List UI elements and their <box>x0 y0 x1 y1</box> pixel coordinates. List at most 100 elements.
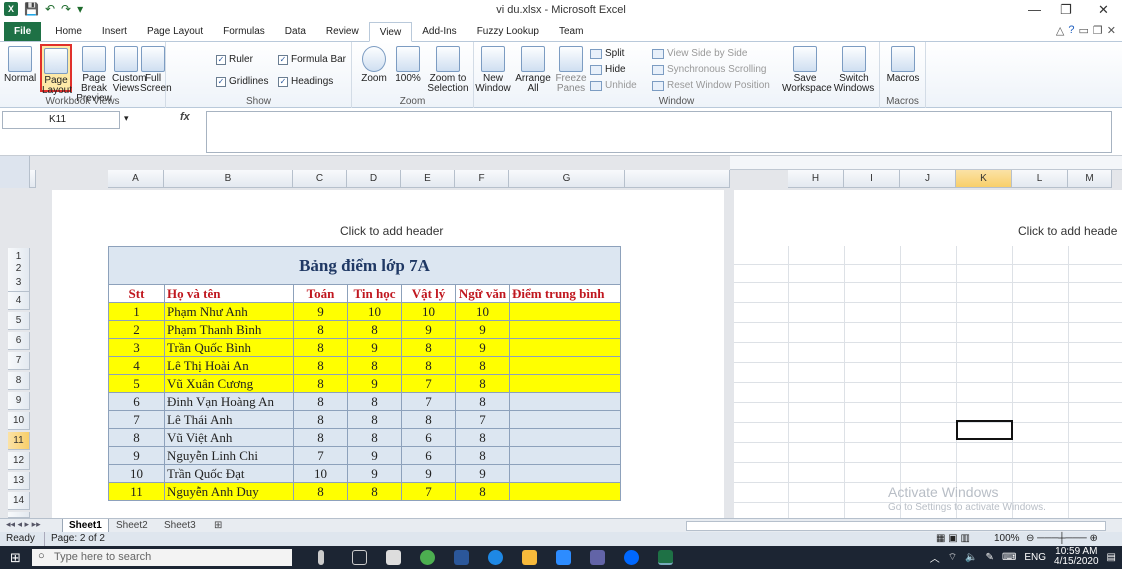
insert-function-button[interactable]: fx <box>180 111 190 123</box>
cell-math[interactable]: 8 <box>293 410 348 429</box>
column-header[interactable]: C <box>293 170 347 188</box>
sheet-tab-sheet3[interactable]: Sheet3 <box>158 519 202 533</box>
header-placeholder[interactable]: Click to add header <box>340 224 443 238</box>
cell-literature[interactable]: 8 <box>455 446 510 465</box>
input-language[interactable]: ENG <box>1024 552 1046 563</box>
column-header[interactable]: L <box>1012 170 1068 188</box>
cell-informatics[interactable]: 9 <box>347 446 402 465</box>
cell-average[interactable] <box>509 428 621 447</box>
cell-stt[interactable]: 2 <box>108 320 165 339</box>
cell-math[interactable]: 10 <box>293 464 348 483</box>
row-header[interactable]: 10 <box>8 412 30 430</box>
formula-bar-checkbox[interactable]: ✓ Formula Bar <box>278 54 346 65</box>
cell-name[interactable]: Nguyễn Linh Chi <box>164 446 294 465</box>
cell-average[interactable] <box>509 356 621 375</box>
arrange-all-button[interactable]: Arrange All <box>514 46 552 94</box>
ruler-checkbox[interactable]: ✓ Ruler <box>216 54 253 65</box>
active-cell-k11[interactable] <box>956 420 1013 440</box>
cell-average[interactable] <box>509 320 621 339</box>
zoom-to-selection-button[interactable]: Zoom to Selection <box>426 46 470 94</box>
cell-physics[interactable]: 8 <box>401 356 456 375</box>
horizontal-scrollbar[interactable] <box>686 521 1106 531</box>
sheet-tab-sheet1[interactable]: Sheet1 <box>62 519 109 533</box>
edge-icon[interactable] <box>488 550 503 565</box>
tab-page-layout[interactable]: Page Layout <box>137 22 213 41</box>
cell-name[interactable]: Vũ Việt Anh <box>164 428 294 447</box>
cell-stt[interactable]: 3 <box>108 338 165 357</box>
workbook-close-icon[interactable]: ✕ <box>1107 24 1116 37</box>
header-placeholder-page-2[interactable]: Click to add heade <box>1018 224 1117 238</box>
name-box-dropdown-icon[interactable]: ▾ <box>124 113 129 124</box>
word-icon[interactable] <box>454 550 469 565</box>
cell-literature[interactable]: 7 <box>455 410 510 429</box>
cell-informatics[interactable]: 8 <box>347 320 402 339</box>
cell-physics[interactable]: 10 <box>401 302 456 321</box>
cell-name[interactable]: Đinh Vạn Hoàng An <box>164 392 294 411</box>
cell-stt[interactable]: 6 <box>108 392 165 411</box>
cell-average[interactable] <box>509 302 621 321</box>
switch-windows-button[interactable]: Switch Windows <box>830 46 878 94</box>
cell-math[interactable]: 8 <box>293 356 348 375</box>
taskbar-search-input[interactable]: Type here to search <box>32 549 292 566</box>
tab-fuzzy-lookup[interactable]: Fuzzy Lookup <box>467 22 549 41</box>
col-header-literature[interactable]: Ngữ văn <box>455 284 510 303</box>
cell-name[interactable]: Lê Thị Hoài An <box>164 356 294 375</box>
help-icon[interactable]: ? <box>1068 24 1074 37</box>
cell-name[interactable]: Trần Quốc Đạt <box>164 464 294 483</box>
cell-stt[interactable]: 8 <box>108 428 165 447</box>
zoom-100-button[interactable]: 100% <box>392 46 424 84</box>
row-header[interactable]: 14 <box>8 492 30 510</box>
file-explorer-icon[interactable] <box>522 550 537 565</box>
tab-add-ins[interactable]: Add-Ins <box>412 22 466 41</box>
cell-average[interactable] <box>509 446 621 465</box>
normal-view-button[interactable]: Normal <box>4 46 36 84</box>
column-header[interactable]: G <box>509 170 625 188</box>
col-header-math[interactable]: Toán <box>293 284 348 303</box>
cell-math[interactable]: 8 <box>293 320 348 339</box>
cell-literature[interactable]: 8 <box>455 428 510 447</box>
row-header[interactable]: 4 <box>8 292 30 310</box>
freeze-panes-button[interactable]: Freeze Panes <box>554 46 588 94</box>
formula-input[interactable] <box>206 111 1112 153</box>
cell-name[interactable]: Vũ Xuân Cương <box>164 374 294 393</box>
sheet-nav-arrows-icon[interactable]: ◂◂ ◂ ▸ ▸▸ <box>6 519 41 530</box>
col-header-name[interactable]: Họ và tên <box>164 284 294 303</box>
excel-taskbar-icon[interactable] <box>658 550 673 565</box>
save-workspace-button[interactable]: Save Workspace <box>782 46 832 94</box>
task-view-icon[interactable] <box>352 550 367 565</box>
cell-stt[interactable]: 4 <box>108 356 165 375</box>
cell-physics[interactable]: 7 <box>401 482 456 501</box>
col-header-stt[interactable]: Stt <box>108 284 165 303</box>
teams-icon[interactable] <box>590 550 605 565</box>
column-header[interactable]: H <box>788 170 844 188</box>
row-header[interactable]: 3 <box>8 274 30 292</box>
column-header[interactable]: A <box>108 170 164 188</box>
volume-icon[interactable]: 🔈 <box>965 552 977 563</box>
cell-average[interactable] <box>509 482 621 501</box>
cell-stt[interactable]: 10 <box>108 464 165 483</box>
column-header[interactable]: J <box>900 170 956 188</box>
network-icon[interactable]: ⌔ <box>948 551 957 564</box>
custom-views-button[interactable]: Custom Views <box>112 46 146 94</box>
cell-physics[interactable]: 6 <box>401 446 456 465</box>
select-all-corner[interactable] <box>0 156 30 188</box>
cell-informatics[interactable]: 8 <box>347 356 402 375</box>
close-button[interactable]: ✕ <box>1098 2 1109 18</box>
minimize-ribbon-icon[interactable]: △ <box>1056 24 1064 37</box>
row-header[interactable]: 7 <box>8 352 30 370</box>
cell-average[interactable] <box>509 338 621 357</box>
cell-informatics[interactable]: 9 <box>347 374 402 393</box>
cell-physics[interactable]: 9 <box>401 320 456 339</box>
cell-stt[interactable]: 11 <box>108 482 165 501</box>
column-header[interactable]: M <box>1068 170 1112 188</box>
row-header[interactable]: 8 <box>8 372 30 390</box>
cell-physics[interactable]: 7 <box>401 374 456 393</box>
zalo-icon[interactable] <box>624 550 639 565</box>
cell-physics[interactable]: 9 <box>401 464 456 483</box>
cell-literature[interactable]: 8 <box>455 482 510 501</box>
cell-name[interactable]: Phạm Thanh Bình <box>164 320 294 339</box>
cell-literature[interactable]: 10 <box>455 302 510 321</box>
column-header-selected[interactable]: K <box>956 170 1012 188</box>
synchronous-scrolling-button[interactable]: Synchronous Scrolling <box>652 64 767 75</box>
zoom-slider[interactable]: ⊖ ───┼─── ⊕ <box>1026 532 1098 546</box>
